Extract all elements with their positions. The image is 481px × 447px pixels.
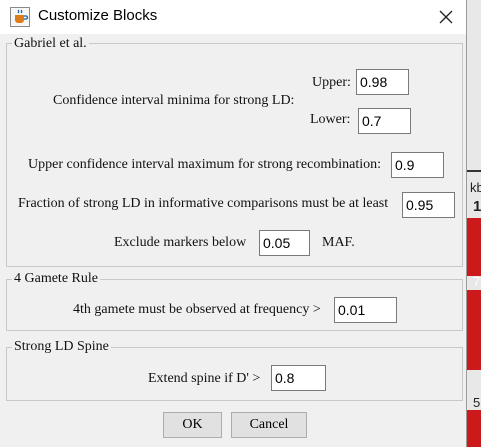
cancel-button[interactable]: Cancel — [231, 412, 307, 438]
background-value: 7 — [473, 274, 481, 289]
title-bar: Customize Blocks — [0, 0, 466, 34]
exclude-label: Exclude markers below — [114, 235, 247, 250]
lower-field[interactable] — [358, 108, 411, 134]
upper-field[interactable] — [356, 69, 409, 95]
ci-max-label: Upper confidence interval maximum for st… — [28, 157, 382, 172]
close-button[interactable] — [426, 2, 466, 32]
gabriel-legend: Gabriel et al. — [12, 36, 89, 52]
ci-minima-label: Confidence interval minima for strong LD… — [53, 93, 295, 108]
background-value: 5 — [473, 395, 481, 410]
maf-label: MAF. — [322, 235, 355, 250]
gamete-freq-field[interactable] — [334, 297, 397, 323]
fraction-field[interactable] — [402, 192, 455, 218]
background-kb-label: kb — [470, 180, 481, 195]
ld-spine-legend: Strong LD Spine — [12, 339, 111, 355]
extend-spine-field[interactable] — [271, 365, 326, 391]
customize-blocks-dialog: Customize Blocks Gabriel et al. Confiden… — [0, 0, 467, 447]
background-ld-cell — [466, 290, 481, 370]
background-divider — [466, 170, 481, 172]
ok-button[interactable]: OK — [163, 412, 222, 438]
extend-spine-label: Extend spine if D' > — [148, 371, 261, 386]
background-ld-cell — [466, 410, 481, 447]
background-ld-cell — [466, 218, 481, 276]
java-cup-icon — [10, 7, 30, 27]
four-gamete-legend: 4 Gamete Rule — [12, 271, 100, 287]
fraction-label: Fraction of strong LD in informative com… — [18, 196, 389, 211]
background-value: 1 — [473, 198, 481, 215]
lower-label: Lower: — [310, 112, 351, 127]
gamete-freq-label: 4th gamete must be observed at frequency… — [73, 302, 321, 317]
exclude-maf-field[interactable] — [259, 230, 310, 256]
close-icon — [439, 10, 453, 24]
ci-max-field[interactable] — [391, 152, 444, 178]
upper-label: Upper: — [312, 75, 351, 90]
window-title: Customize Blocks — [38, 7, 158, 24]
